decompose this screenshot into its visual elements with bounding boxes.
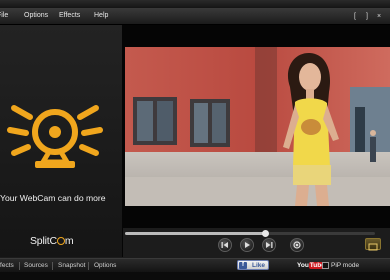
left-panel: Your WebCam can do more SplitC m [0,25,123,257]
webcam-icon [7,105,103,168]
record-button[interactable] [290,238,304,252]
promo-text: Your WebCam can do more [0,193,106,203]
tab-divider [19,262,20,270]
tab-snapshot[interactable]: Snapshot [58,261,85,270]
tab-divider [88,262,89,270]
maximize-button[interactable]: ] [366,12,368,21]
tab-effects[interactable]: Effects [0,261,14,270]
next-icon [266,242,273,248]
menu-file[interactable]: File [0,11,8,21]
close-button[interactable]: × [377,12,381,21]
tab-divider [52,262,53,270]
video-preview [123,25,390,228]
title-strip [0,0,390,8]
previous-button[interactable] [218,238,232,252]
record-icon [293,241,301,249]
splitcam-logo: SplitC m [30,235,74,247]
menu-help[interactable]: Help [94,11,108,21]
minimize-button[interactable]: [ [354,12,356,21]
menu-options[interactable]: Options [24,11,48,21]
pip-mode-toggle[interactable]: PiP mode [322,262,359,270]
status-strip [0,272,390,280]
facebook-icon: f [239,262,247,269]
next-button[interactable] [262,238,276,252]
splitcam-window: File Options Effects Help [ ] × Your Web… [0,0,390,280]
progress-thumb[interactable] [262,230,269,237]
previous-icon [221,242,228,248]
menu-effects[interactable]: Effects [59,11,80,21]
fullscreen-button[interactable] [365,238,381,251]
tab-sources[interactable]: Sources [24,261,48,270]
play-icon [245,242,250,248]
bottom-toolbar: Effects Sources Snapshot Options fLike Y… [0,258,390,273]
play-button[interactable] [240,238,254,252]
playback-progress[interactable] [125,230,375,237]
menu-bar: File Options Effects Help [ ] × [0,8,390,25]
tab-options[interactable]: Options [94,261,116,270]
progress-fill [125,232,265,235]
fullscreen-icon [368,243,378,251]
facebook-like-button[interactable]: f Like [237,260,270,270]
pip-checkbox[interactable] [322,262,329,269]
video-frame-image [125,47,390,206]
